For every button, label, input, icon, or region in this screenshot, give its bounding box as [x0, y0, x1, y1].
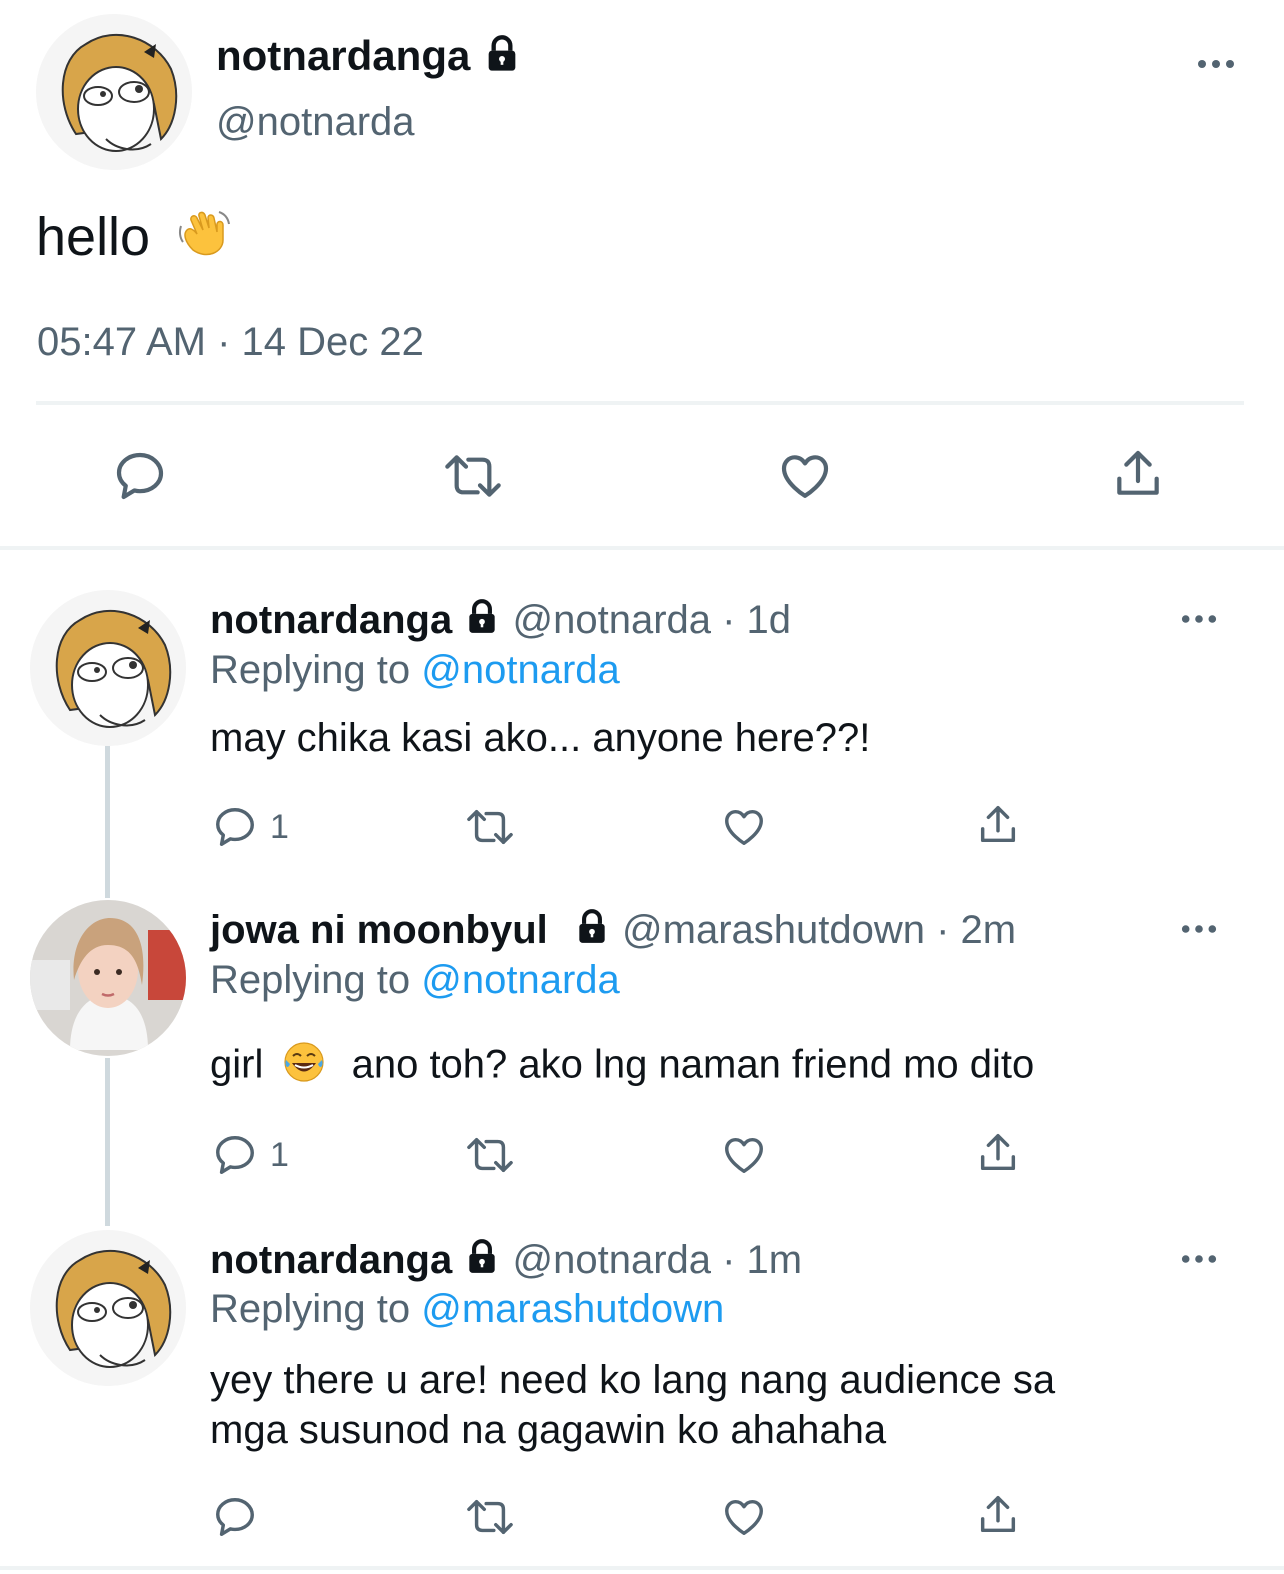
retweet-button[interactable] [462, 1132, 518, 1178]
replying-to-label: Replying to [210, 648, 411, 692]
lock-icon [482, 34, 522, 84]
retweet-icon [467, 1499, 513, 1535]
retweet-button[interactable] [462, 1494, 518, 1540]
share-icon [980, 1134, 1016, 1171]
reply-button[interactable]: 1 [212, 804, 289, 850]
tweet-text: yey there u are! need ko lang nang audie… [210, 1355, 1055, 1455]
tweet-timestamp[interactable]: 05:47 AM · 14 Dec 22 [37, 320, 424, 365]
avatar[interactable] [30, 1230, 186, 1386]
display-name[interactable]: jowa ni moonbyul [210, 908, 548, 952]
handle[interactable]: @notnarda [216, 100, 415, 145]
heart-icon [781, 455, 829, 498]
reply-header: notnardanga @notnarda · 1d [210, 598, 791, 646]
divider [0, 546, 1284, 550]
reply-icon [216, 1498, 254, 1536]
tweet-text-line: yey there u are! need ko lang nang audie… [210, 1358, 1056, 1402]
replying-to: Replying to @notnarda [210, 648, 620, 693]
share-icon [980, 806, 1016, 843]
mention-link[interactable]: @marashutdown [421, 1287, 724, 1331]
tweet-text: girl ano toh? ako lng naman friend mo di… [210, 1040, 1034, 1094]
share-button[interactable] [975, 802, 1021, 848]
tweet-text-end: ano toh? ako lng naman friend mo dito [351, 1042, 1035, 1087]
lock-icon [573, 908, 611, 956]
lock-icon [463, 598, 501, 646]
like-button[interactable] [720, 1132, 768, 1178]
tweet-text: hello [36, 206, 231, 275]
retweet-icon [467, 809, 513, 845]
reply-button[interactable] [212, 1494, 270, 1540]
replying-to: Replying to @notnarda [210, 958, 620, 1003]
display-name-text: notnardanga [216, 32, 471, 79]
share-icon [1117, 450, 1159, 495]
avatar[interactable] [30, 900, 186, 1056]
tweet-text-start: girl [210, 1042, 264, 1087]
heart-icon [725, 1137, 763, 1174]
like-button[interactable] [776, 448, 834, 504]
share-button[interactable] [1110, 446, 1166, 502]
reply-icon [116, 452, 164, 500]
retweet-button[interactable] [440, 448, 506, 504]
tweet-text-content: hello [36, 207, 151, 267]
thread-line [105, 1058, 110, 1226]
tweet-text: may chika kasi ako... anyone here??! [210, 716, 871, 760]
more-icon [1181, 925, 1217, 933]
retweet-icon [445, 455, 501, 497]
display-name[interactable]: notnardanga [210, 1238, 452, 1282]
avatar[interactable] [36, 14, 192, 170]
more-options-button[interactable] [1180, 914, 1218, 949]
like-button[interactable] [720, 804, 768, 850]
display-name[interactable]: notnardanga [210, 598, 452, 642]
lock-icon [463, 1238, 501, 1286]
replying-to-label: Replying to [210, 1287, 411, 1331]
reply-count: 1 [270, 1135, 289, 1174]
reply-button[interactable]: 1 [212, 1132, 289, 1178]
more-options-button[interactable] [1196, 42, 1236, 87]
more-icon [1181, 1255, 1217, 1263]
reply-header: jowa ni moonbyul @marashutdown · 2m [210, 908, 1016, 956]
divider [36, 401, 1244, 405]
replying-to-label: Replying to [210, 958, 411, 1002]
display-name[interactable]: notnardanga [216, 32, 522, 84]
more-options-button[interactable] [1180, 1244, 1218, 1279]
waving-hand-icon [175, 206, 231, 275]
share-icon [980, 1496, 1016, 1533]
more-icon [1181, 615, 1217, 623]
thread-line [105, 746, 110, 898]
share-button[interactable] [975, 1130, 1021, 1176]
handle-time[interactable]: @notnarda · 1m [512, 1238, 802, 1282]
handle-time[interactable]: @marashutdown · 2m [622, 908, 1016, 952]
laughing-emoji-icon [282, 1040, 326, 1094]
avatar[interactable] [30, 590, 186, 746]
mention-link[interactable]: @notnarda [421, 958, 620, 1002]
handle-time[interactable]: @notnarda · 1d [512, 598, 791, 642]
more-icon [1198, 60, 1234, 68]
reply-icon [216, 1136, 254, 1174]
share-button[interactable] [975, 1492, 1021, 1538]
retweet-icon [467, 1137, 513, 1173]
reply-count: 1 [270, 807, 289, 846]
retweet-button[interactable] [462, 804, 518, 850]
mention-link[interactable]: @notnarda [421, 648, 620, 692]
like-button[interactable] [720, 1494, 768, 1540]
tweet-text-line: mga susunod na gagawin ko ahahaha [210, 1408, 887, 1452]
reply-icon [216, 808, 254, 846]
more-options-button[interactable] [1180, 604, 1218, 639]
heart-icon [725, 809, 763, 846]
reply-header: notnardanga @notnarda · 1m [210, 1238, 802, 1286]
heart-icon [725, 1499, 763, 1536]
reply-button[interactable] [112, 448, 168, 504]
replying-to: Replying to @marashutdown [210, 1287, 724, 1332]
divider [0, 1566, 1284, 1570]
